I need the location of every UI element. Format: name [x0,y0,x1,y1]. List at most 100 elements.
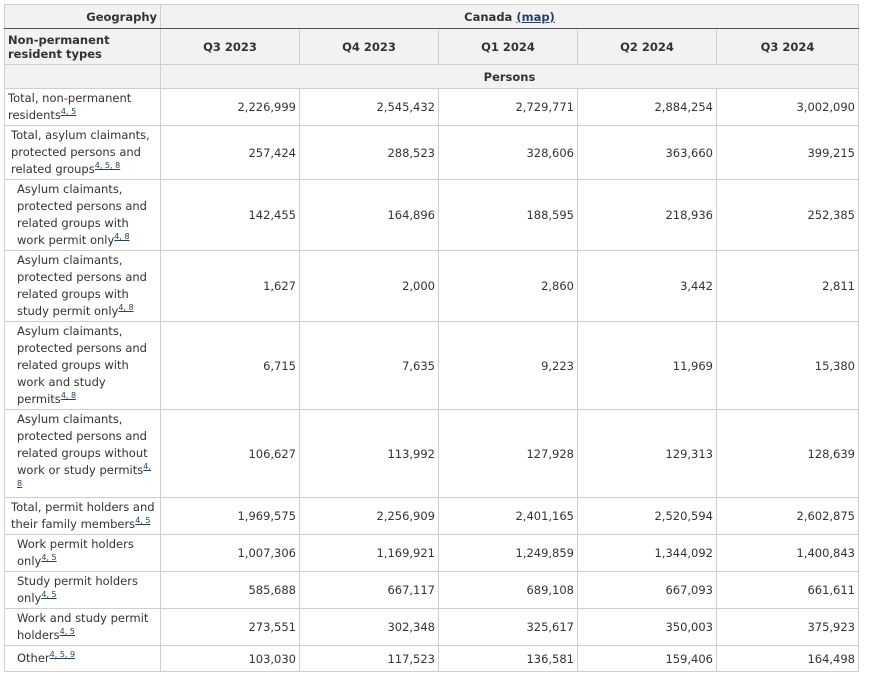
footnote-link[interactable]: 4, 5 [41,590,56,599]
row-label: Asylum claimants, protected persons and … [4,179,161,251]
col-header-q2-2024: Q2 2024 [577,28,717,65]
table-cell: 667,117 [299,571,439,609]
row-label: Asylum claimants, protected persons and … [4,321,161,410]
col-header-q4-2023: Q4 2023 [299,28,439,65]
row-label: Total, permit holders and their family m… [4,497,161,535]
table-cell: 136,581 [438,645,578,672]
table-cell: 128,639 [716,409,859,498]
table-cell: 252,385 [716,179,859,251]
table-cell: 257,424 [160,125,300,180]
table-cell: 2,545,432 [299,88,439,126]
table-cell: 3,442 [577,250,717,322]
table-row: Total, non-permanent residents4, 5 2,226… [4,88,859,126]
table-cell: 106,627 [160,409,300,498]
table-row: Asylum claimants, protected persons and … [4,321,859,410]
footnote-link[interactable]: 4, 5 [60,627,75,636]
table-row: Total, asylum claimants, protected perso… [4,125,859,180]
col-header-q3-2023: Q3 2023 [160,28,300,65]
table-row: Study permit holders only4, 5 585,688 66… [4,571,859,609]
table-cell: 325,617 [438,608,578,646]
table-cell: 218,936 [577,179,717,251]
table-cell: 9,223 [438,321,578,410]
table-cell: 1,007,306 [160,534,300,572]
table-cell: 103,030 [160,645,300,672]
table-cell: 363,660 [577,125,717,180]
footnote-link[interactable]: 4, 5, 8 [95,161,120,170]
location-header: Canada (map) [160,4,859,29]
location-label: Canada [464,9,513,24]
table-cell: 2,860 [438,250,578,322]
table-cell: 113,992 [299,409,439,498]
table-cell: 375,923 [716,608,859,646]
table-cell: 2,226,999 [160,88,300,126]
table-cell: 1,249,859 [438,534,578,572]
row-label: Work permit holders only4, 5 [4,534,161,572]
row-header: Non-permanent resident types [4,28,161,65]
table-cell: 2,256,909 [299,497,439,535]
footnote-link[interactable]: 4, 8 [118,303,133,312]
table-cell: 7,635 [299,321,439,410]
table-cell: 11,969 [577,321,717,410]
unit-blank-cell [4,64,161,89]
table-row: Work and study permit holders4, 5 273,55… [4,608,859,646]
table-cell: 2,401,165 [438,497,578,535]
table-cell: 164,498 [716,645,859,672]
table-cell: 188,595 [438,179,578,251]
row-label: Asylum claimants, protected persons and … [4,250,161,322]
table-cell: 288,523 [299,125,439,180]
table-cell: 3,002,090 [716,88,859,126]
table-cell: 142,455 [160,179,300,251]
table-cell: 6,715 [160,321,300,410]
table-cell: 15,380 [716,321,859,410]
table-cell: 164,896 [299,179,439,251]
row-label: Asylum claimants, protected persons and … [4,409,161,498]
table-cell: 2,520,594 [577,497,717,535]
table-cell: 667,093 [577,571,717,609]
table-cell: 117,523 [299,645,439,672]
footnote-link[interactable]: 4, 8 [61,391,76,400]
table-cell: 2,000 [299,250,439,322]
table-row: Asylum claimants, protected persons and … [4,250,859,322]
table-row: Asylum claimants, protected persons and … [4,409,859,498]
row-label: Work and study permit holders4, 5 [4,608,161,646]
table-cell: 273,551 [160,608,300,646]
table-cell: 1,400,843 [716,534,859,572]
col-header-q1-2024: Q1 2024 [438,28,578,65]
table-cell: 585,688 [160,571,300,609]
table-cell: 1,627 [160,250,300,322]
table-row: Asylum claimants, protected persons and … [4,179,859,251]
table-cell: 127,928 [438,409,578,498]
data-table: Geography Canada (map) Non-permanent res… [4,4,859,672]
table-row: Total, permit holders and their family m… [4,497,859,535]
table-row: Work permit holders only4, 5 1,007,306 1… [4,534,859,572]
col-header-q3-2024: Q3 2024 [716,28,859,65]
table-cell: 2,729,771 [438,88,578,126]
footnote-link[interactable]: 4, 5, 9 [50,650,75,659]
map-link[interactable]: (map) [516,10,555,24]
geography-header: Geography [4,4,161,29]
footnote-link[interactable]: 4, 8 [114,232,129,241]
table-cell: 2,811 [716,250,859,322]
row-label: Other4, 5, 9 [4,645,161,672]
unit-header: Persons [160,64,859,89]
table-body: Total, non-permanent residents4, 5 2,226… [4,88,859,672]
table-cell: 328,606 [438,125,578,180]
table-cell: 159,406 [577,645,717,672]
table-cell: 1,344,092 [577,534,717,572]
table-cell: 1,969,575 [160,497,300,535]
table-cell: 2,884,254 [577,88,717,126]
table-cell: 661,611 [716,571,859,609]
table-cell: 350,003 [577,608,717,646]
table-cell: 2,602,875 [716,497,859,535]
table-cell: 1,169,921 [299,534,439,572]
row-label: Total, asylum claimants, protected perso… [4,125,161,180]
table-cell: 302,348 [299,608,439,646]
table-cell: 399,215 [716,125,859,180]
footnote-link[interactable]: 4, 5 [135,516,150,525]
footnote-link[interactable]: 4, 5 [41,553,56,562]
row-label: Study permit holders only4, 5 [4,571,161,609]
table-cell: 129,313 [577,409,717,498]
table-cell: 689,108 [438,571,578,609]
footnote-link[interactable]: 4, 5 [61,107,76,116]
table-row: Other4, 5, 9 103,030 117,523 136,581 159… [4,645,859,672]
